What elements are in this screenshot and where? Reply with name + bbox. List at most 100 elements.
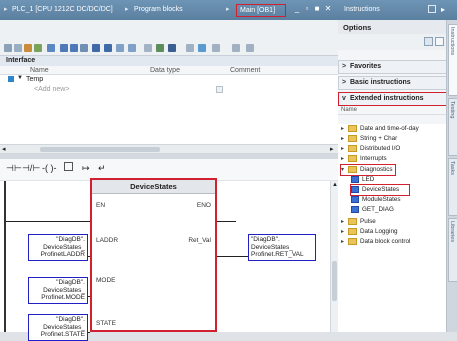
- toolbar-button-icon[interactable]: [144, 44, 152, 52]
- toolbar-button-icon[interactable]: [70, 44, 78, 52]
- tab-label: Libraries: [449, 221, 455, 243]
- eno-wire: [216, 221, 236, 222]
- chevron-right-icon[interactable]: ▸: [441, 5, 445, 14]
- interface-column-header: Name Data type Comment: [0, 66, 338, 75]
- chevron-right-icon: >: [342, 79, 347, 86]
- toolbar-button-icon[interactable]: [116, 44, 124, 52]
- restore-icon[interactable]: ▫: [303, 5, 311, 13]
- toolbar-button-icon[interactable]: [34, 44, 42, 52]
- tree-item[interactable]: ▸ Date and time-of-day: [341, 124, 419, 133]
- close-icon[interactable]: ✕: [324, 5, 332, 13]
- retval-wire: [216, 256, 248, 257]
- nc-contact-icon[interactable]: ⊣/⊢: [22, 163, 40, 174]
- toolbar-button-icon[interactable]: [186, 44, 194, 52]
- tab-libraries[interactable]: Libraries: [448, 218, 457, 282]
- toolbar-button-icon[interactable]: [92, 44, 100, 52]
- section-label: Extended instructions: [350, 95, 424, 102]
- scrollbar-thumb[interactable]: [332, 261, 337, 301]
- breadcrumb-item-program-blocks[interactable]: Program blocks: [134, 6, 183, 13]
- breadcrumb-item-plc[interactable]: PLC_1 [CPU 1212C DC/DC/DC]: [12, 6, 113, 13]
- laddr-operand[interactable]: "DiagDB". DeviceStates_ ProfinetLADDR: [28, 234, 88, 261]
- list-view-icon[interactable]: [424, 37, 433, 46]
- scroll-right-icon[interactable]: ▸: [330, 145, 334, 153]
- coil-icon[interactable]: -( )-: [42, 163, 57, 173]
- section-label: Basic instructions: [350, 79, 411, 86]
- tree-item[interactable]: ModuleStates: [351, 195, 401, 204]
- power-rail: [4, 181, 6, 332]
- no-contact-icon[interactable]: ⊣⊢: [6, 163, 22, 174]
- column-data-type[interactable]: Data type: [150, 67, 180, 74]
- toolbar-button-icon[interactable]: [168, 44, 176, 52]
- tab-label: Instructions: [449, 27, 455, 56]
- breadcrumb-bar: ▸ PLC_1 [CPU 1212C DC/DC/DC] ▸ Program b…: [0, 0, 338, 20]
- pin-icon[interactable]: [428, 5, 436, 13]
- horizontal-scrollbar[interactable]: ◂ ▸: [0, 144, 338, 153]
- state-operand[interactable]: "DiagDB". DeviceStates_ Profinet.STATE: [28, 314, 88, 341]
- tree-item[interactable]: ▸ Distributed I/O: [341, 144, 400, 153]
- options-header: Options: [338, 20, 446, 34]
- toolbar-button-icon[interactable]: [232, 44, 240, 52]
- section-basic-instructions[interactable]: > Basic instructions: [338, 76, 448, 90]
- toolbar-button-icon[interactable]: [104, 44, 112, 52]
- comment-icon[interactable]: [216, 86, 223, 93]
- toolbar-button-icon[interactable]: [4, 44, 12, 52]
- interface-row[interactable]: ▼ Temp: [0, 75, 338, 85]
- interface-header[interactable]: Interface: [0, 56, 338, 66]
- open-branch-icon[interactable]: ↦: [82, 163, 90, 174]
- toolbar-button-icon[interactable]: [212, 44, 220, 52]
- tree-item[interactable]: ▸ Data Logging: [341, 227, 397, 236]
- toolbar-button-icon[interactable]: [80, 44, 88, 52]
- retval-operand[interactable]: "DiagDB". DeviceStates_ Profinet.RET_VAL: [248, 234, 316, 261]
- pin-ret-val: Ret_Val: [188, 237, 211, 244]
- tree-item[interactable]: ▸ Interrupts: [341, 154, 387, 163]
- instruction-tree: ▸ Date and time-of-day ▸ String + Char ▸ Di…: [338, 124, 446, 332]
- tree-item[interactable]: LED: [351, 175, 374, 184]
- close-branch-icon[interactable]: ↵: [98, 163, 106, 174]
- tab-instructions[interactable]: Instructions: [448, 24, 457, 96]
- tree-item[interactable]: GET_DIAG: [351, 205, 394, 214]
- chevron-right-icon: >: [342, 63, 347, 70]
- pin-state: STATE: [96, 320, 116, 327]
- toolbar-button-icon[interactable]: [156, 44, 164, 52]
- operand-line: "DiagDB".: [56, 316, 85, 323]
- section-extended-instructions[interactable]: v Extended instructions: [338, 92, 448, 106]
- column-comment[interactable]: Comment: [230, 67, 260, 74]
- vertical-scrollbar[interactable]: ▲: [330, 181, 338, 332]
- maximize-icon[interactable]: ■: [313, 5, 321, 13]
- expand-toggle-icon[interactable]: ▼: [17, 75, 23, 81]
- tree-item[interactable]: ▸ Data block control: [341, 237, 410, 246]
- minimize-icon[interactable]: _: [293, 5, 301, 13]
- toolbar-button-icon[interactable]: [246, 44, 254, 52]
- breadcrumb-item-main[interactable]: Main [OB1]: [240, 7, 275, 14]
- toolbar-button-icon[interactable]: [14, 44, 22, 52]
- toolbar-button-icon[interactable]: [60, 44, 68, 52]
- editor-toolbar: [0, 20, 338, 56]
- empty-box-icon[interactable]: [64, 162, 73, 171]
- scroll-left-icon[interactable]: ◂: [2, 145, 6, 153]
- grid-view-icon[interactable]: [435, 37, 444, 46]
- operand-line: DeviceStates_: [251, 243, 293, 251]
- interface-row[interactable]: <Add new>: [0, 85, 338, 95]
- instructions-panel: Options > Favorites > Basic instructions…: [338, 20, 457, 332]
- section-favorites[interactable]: > Favorites: [338, 60, 448, 74]
- function-block-devicestates[interactable]: DeviceStates EN ENO LADDR Ret_Val MODE S…: [90, 178, 217, 332]
- interface-row-name[interactable]: <Add new>: [34, 86, 69, 93]
- mode-operand[interactable]: "DiagDB". DeviceStates_ Profinet.MODE: [28, 277, 88, 304]
- block-editor: Interface Name Data type Comment ▼ Temp …: [0, 20, 338, 341]
- column-name[interactable]: Name: [30, 67, 49, 74]
- tree-item[interactable]: ▸ String + Char: [341, 134, 397, 143]
- options-toolbar: [338, 34, 446, 50]
- toolbar-button-icon[interactable]: [128, 44, 136, 52]
- tab-testing[interactable]: Testing: [448, 98, 457, 156]
- toolbar-button-icon[interactable]: [198, 44, 206, 52]
- toolbar-button-icon[interactable]: [24, 44, 32, 52]
- tree-item[interactable]: ▸ Pulse: [341, 217, 376, 226]
- tab-tasks[interactable]: Tasks: [448, 158, 457, 216]
- operand-line: "DiagDB".: [56, 236, 85, 243]
- pin-laddr: LADDR: [96, 237, 119, 244]
- pin-eno: ENO: [196, 202, 211, 209]
- scrollbar-thumb[interactable]: [40, 147, 160, 152]
- pin-mode: MODE: [96, 277, 116, 284]
- breadcrumb-item-main-highlight[interactable]: Main [OB1]: [236, 4, 286, 17]
- toolbar-button-icon[interactable]: [47, 44, 55, 52]
